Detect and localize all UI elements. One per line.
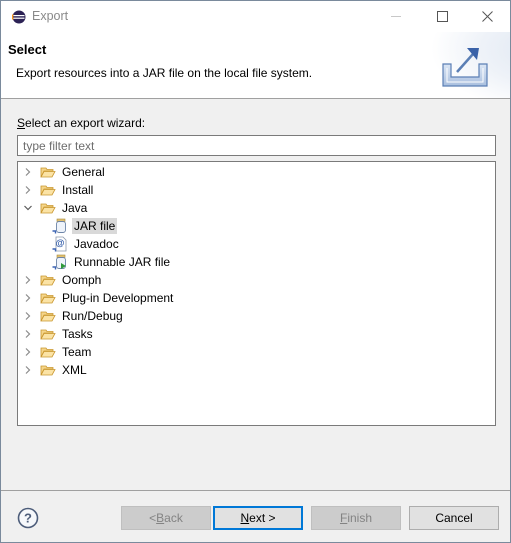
cancel-label: Cancel — [435, 511, 473, 525]
tree-item-java[interactable]: Java — [22, 199, 89, 217]
tree-item-runnable-jar-file[interactable]: Runnable JAR file — [52, 253, 172, 271]
chevron-right-icon[interactable] — [22, 163, 34, 181]
mnemonic: S — [17, 116, 26, 130]
chevron-right-icon[interactable] — [22, 307, 34, 325]
tree-item-label: Run/Debug — [62, 309, 123, 323]
folder-icon — [40, 326, 56, 342]
wizard-header: Select Export resources into a JAR file … — [1, 32, 510, 98]
tree-item-tasks[interactable]: Tasks — [22, 325, 95, 343]
tree-item-label: Runnable JAR file — [74, 255, 171, 269]
back-button[interactable]: < Back — [121, 506, 211, 530]
tree-item-run-debug[interactable]: Run/Debug — [22, 307, 125, 325]
tree-item-team[interactable]: Team — [22, 343, 93, 361]
wizard-tree[interactable]: General Install Java JAR file @ Javadoc Runnab… — [17, 161, 496, 426]
tree-item-label: Java — [62, 201, 88, 215]
next-rest: ext > — [249, 511, 276, 525]
folder-icon — [40, 290, 56, 306]
chevron-right-icon[interactable] — [22, 271, 34, 289]
page-description: Export resources into a JAR file on the … — [16, 66, 313, 80]
tree-item-label: XML — [62, 363, 87, 377]
svg-text:?: ? — [24, 511, 32, 526]
chevron-right-icon[interactable] — [22, 289, 34, 307]
eclipse-icon — [12, 10, 26, 24]
folder-icon — [40, 182, 56, 198]
wizard-label: Select an export wizard: — [17, 116, 145, 130]
chevron-down-icon[interactable] — [22, 199, 34, 217]
close-button[interactable] — [464, 1, 510, 32]
back-prefix: < — [149, 511, 157, 525]
folder-icon — [40, 164, 56, 180]
tree-item-plug-in-development[interactable]: Plug-in Development — [22, 289, 175, 307]
folder-icon — [40, 362, 56, 378]
next-mnemonic: N — [240, 511, 250, 525]
chevron-right-icon[interactable] — [22, 181, 34, 199]
minimize-button[interactable] — [373, 1, 419, 32]
tree-item-label: JAR file — [72, 218, 118, 234]
folder-icon — [40, 200, 56, 216]
tree-item-install[interactable]: Install — [22, 181, 95, 199]
tree-item-label: Javadoc — [74, 237, 119, 251]
finish-rest: inish — [347, 511, 373, 525]
title-bar: Export — [1, 1, 510, 32]
filter-input[interactable] — [17, 135, 496, 156]
tree-item-label: Tasks — [62, 327, 93, 341]
folder-icon — [40, 272, 56, 288]
wizard-label-text: elect an export wizard: — [25, 116, 146, 130]
export-banner-icon — [442, 48, 488, 87]
help-icon[interactable]: ? — [17, 507, 39, 529]
page-title: Select — [8, 42, 47, 57]
runnable-jar-icon — [52, 254, 68, 270]
tree-item-label: General — [62, 165, 105, 179]
back-mnemonic: B — [156, 511, 165, 525]
maximize-icon — [436, 11, 448, 22]
back-rest: ack — [164, 511, 183, 525]
tree-item-label: Team — [62, 345, 92, 359]
chevron-right-icon[interactable] — [22, 343, 34, 361]
window-title: Export — [32, 9, 69, 23]
tree-item-xml[interactable]: XML — [22, 361, 89, 379]
close-icon — [481, 11, 493, 22]
tree-item-javadoc[interactable]: @ Javadoc — [52, 235, 121, 253]
chevron-right-icon[interactable] — [22, 361, 34, 379]
folder-icon — [40, 344, 56, 360]
tree-item-general[interactable]: General — [22, 163, 107, 181]
header-separator — [1, 98, 510, 99]
jar-file-icon — [52, 218, 68, 234]
svg-text:@: @ — [56, 238, 65, 248]
export-dialog: Export Select Export resources into a JA… — [0, 0, 511, 543]
tree-item-label: Install — [62, 183, 94, 197]
javadoc-icon: @ — [52, 236, 68, 252]
finish-mnemonic: F — [339, 511, 348, 525]
tree-item-label: Oomph — [62, 273, 102, 287]
next-button[interactable]: Next > — [213, 506, 303, 530]
cancel-button[interactable]: Cancel — [409, 506, 499, 530]
folder-icon — [40, 308, 56, 324]
tree-item-label: Plug-in Development — [62, 291, 174, 305]
maximize-button[interactable] — [419, 1, 465, 32]
tree-item-jar-file[interactable]: JAR file — [52, 217, 118, 235]
finish-button[interactable]: Finish — [311, 506, 401, 530]
minimize-icon — [390, 16, 401, 17]
chevron-right-icon[interactable] — [22, 325, 34, 343]
footer-separator — [1, 490, 510, 491]
tree-item-oomph[interactable]: Oomph — [22, 271, 103, 289]
